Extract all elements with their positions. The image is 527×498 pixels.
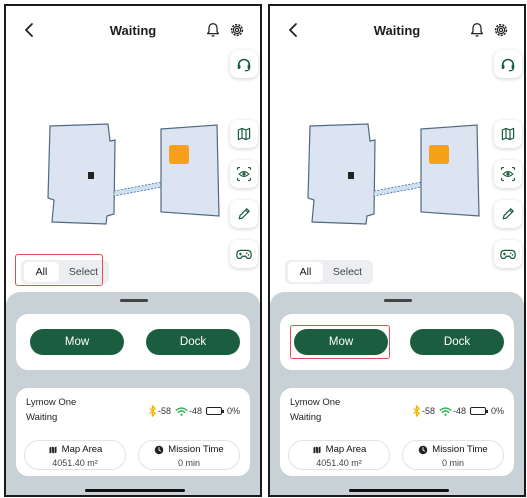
segment-select[interactable]: Select [325,262,370,282]
sheet-handle[interactable] [384,299,412,302]
pencil-icon [238,208,250,220]
sheet-handle[interactable] [120,299,148,302]
home-indicator [349,489,449,492]
mission-time-label: Mission Time [168,444,224,455]
gamepad-icon [236,249,252,260]
home-indicator [85,489,185,492]
mission-time-stat: Mission Time 0 min [402,440,504,470]
charging-station-marker [429,145,449,164]
wifi-icon [439,406,452,416]
edit-map-button[interactable] [230,200,258,228]
map-area-stat: Map Area 4051.40 m² [288,440,390,470]
connecting-path [113,181,163,197]
device-name: Lymow One [26,397,77,408]
eye-icon [237,167,251,181]
bluetooth-icon [149,405,156,417]
lawn-zone-2 [160,124,220,217]
device-status: -58 -48 0% [148,405,240,417]
wifi-signal: -48 [188,406,202,416]
bluetooth-signal: -58 [421,406,435,416]
charging-station-marker [169,145,189,164]
map-area-label: Map Area [325,444,367,455]
action-card: Mow Dock [16,314,250,370]
map-view-button[interactable] [230,120,258,148]
device-status: -58 -48 0% [412,405,504,417]
dock-button[interactable]: Dock [146,329,240,355]
map-area-icon [313,446,321,453]
map-area-value: 4051.40 m² [316,458,362,468]
wifi-icon [175,406,188,416]
mower-marker [348,172,354,179]
zone-segmented-control: All Select [21,260,109,284]
phone-screen-left: Waiting All Select Mow Dock Lymow One Wa… [4,4,262,497]
device-state: Waiting [290,412,322,423]
map-area-label: Map Area [61,444,103,455]
edit-map-button[interactable] [494,200,522,228]
battery-percent: 0% [490,406,504,416]
device-state: Waiting [26,412,58,423]
segment-all[interactable]: All [24,262,59,282]
remote-control-button[interactable] [494,240,522,268]
wifi-signal: -48 [452,406,466,416]
remote-control-button[interactable] [230,240,258,268]
dock-button[interactable]: Dock [410,329,504,355]
segment-all[interactable]: All [288,262,323,282]
map-area-icon [49,446,57,453]
bluetooth-signal: -58 [157,406,171,416]
camera-view-button[interactable] [494,160,522,188]
map-icon [237,127,251,141]
phone-screen-right: Waiting All Select Mow Dock Lymow One Wa… [268,4,526,497]
eye-icon [501,167,515,181]
map-view[interactable] [270,6,526,296]
mower-marker [88,172,94,179]
clock-icon [155,445,164,454]
battery-icon [469,407,488,415]
lawn-zone-2 [420,124,480,217]
mission-time-label: Mission Time [432,444,488,455]
map-area-stat: Map Area 4051.40 m² [24,440,126,470]
bottom-sheet: Mow Dock Lymow One Waiting -58 -48 0% Ma… [270,292,524,495]
map-area-value: 4051.40 m² [52,458,98,468]
bluetooth-icon [413,405,420,417]
device-info-card: Lymow One Waiting -58 -48 0% Map Area 40… [16,388,250,476]
map-icon [501,127,515,141]
zone-segmented-control: All Select [285,260,373,284]
battery-icon [205,407,224,415]
lawn-zone-1 [307,123,376,225]
device-name: Lymow One [290,397,341,408]
action-card: Mow Dock [280,314,514,370]
device-info-card: Lymow One Waiting -58 -48 0% Map Area 40… [280,388,514,476]
segment-select[interactable]: Select [61,262,106,282]
battery-percent: 0% [226,406,240,416]
mission-time-value: 0 min [177,458,200,468]
mow-button[interactable]: Mow [30,329,124,355]
bottom-sheet: Mow Dock Lymow One Waiting -58 -48 0% Ma… [6,292,260,495]
clock-icon [419,445,428,454]
mission-time-value: 0 min [441,458,464,468]
map-view-button[interactable] [494,120,522,148]
mission-time-stat: Mission Time 0 min [138,440,240,470]
connecting-path [373,181,423,197]
mow-button[interactable]: Mow [294,329,388,355]
pencil-icon [502,208,514,220]
map-view[interactable] [6,6,262,296]
gamepad-icon [500,249,516,260]
lawn-zone-1 [47,123,116,225]
camera-view-button[interactable] [230,160,258,188]
